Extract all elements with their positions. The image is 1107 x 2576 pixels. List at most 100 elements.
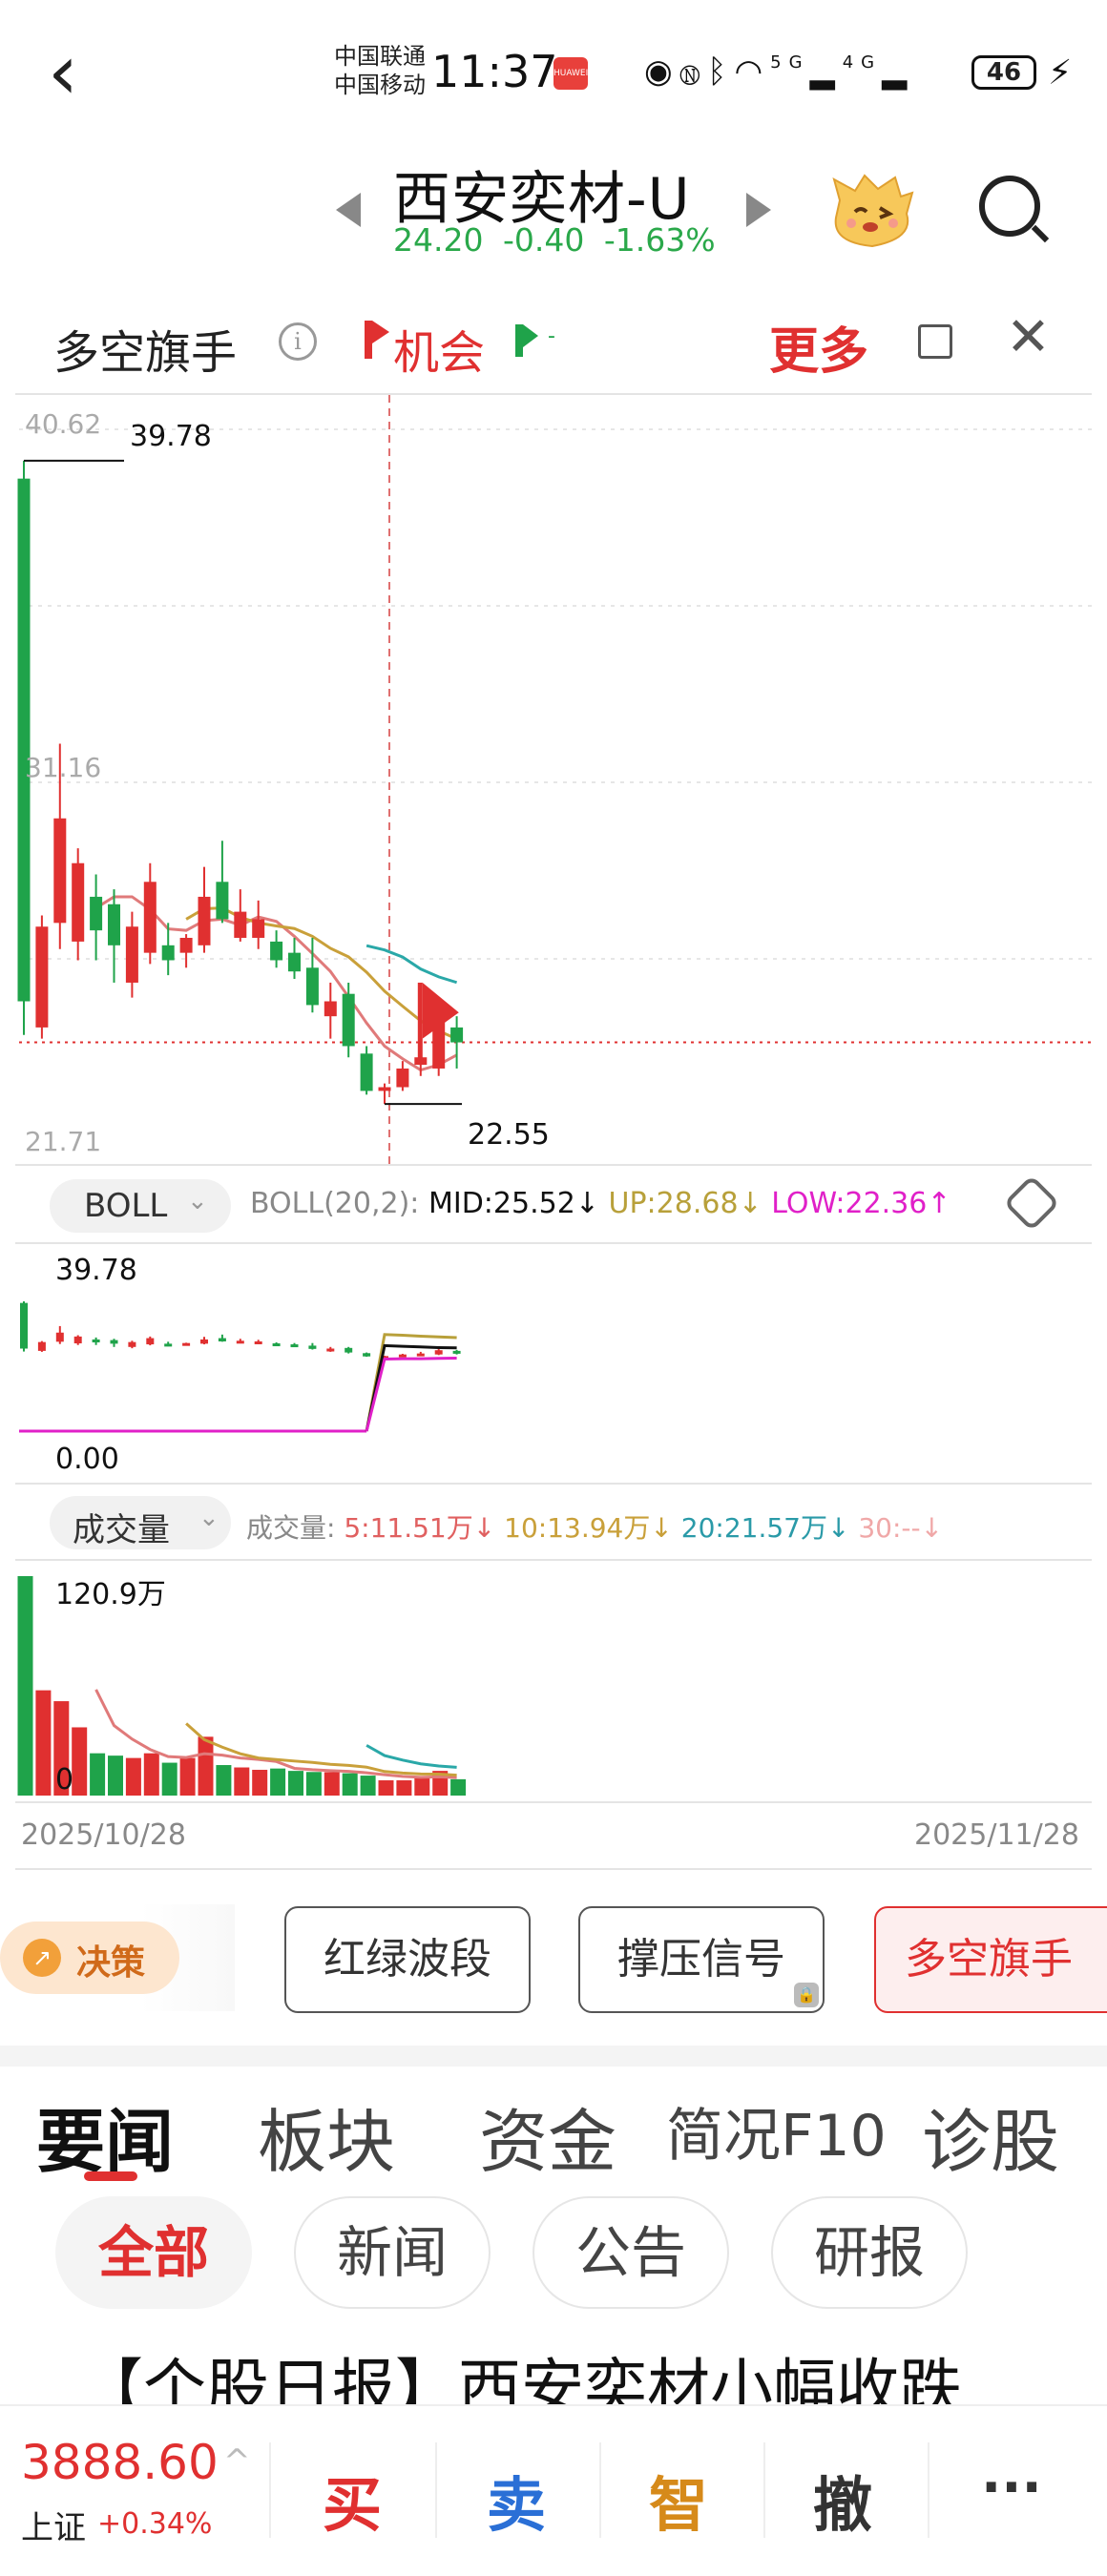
indicator-bull-bear[interactable]: 多空旗手 (874, 1906, 1107, 2013)
price-axis-bottom: 21.71 (25, 1126, 102, 1157)
tab-diagnosis[interactable]: 诊股 (922, 2086, 1059, 2186)
candle-body (450, 1027, 464, 1043)
boll-legend: BOLL(20,2): MID:25.52↓ UP:28.68↓ LOW:22.… (250, 1187, 951, 1220)
filter-research[interactable]: 研报 (771, 2196, 968, 2309)
cancel-order-button[interactable]: 撤 (813, 2457, 872, 2543)
prev-stock-icon[interactable] (336, 193, 361, 227)
search-button[interactable] (979, 176, 1040, 237)
boll-candle-body (55, 1332, 64, 1342)
app-notification-icon: HUAWEI (554, 57, 588, 90)
volume-top-value: 120.9万 (55, 1578, 166, 1611)
divider (15, 1801, 1092, 1803)
price-axis-top: 40.62 (25, 408, 102, 440)
boll-candle-body (200, 1339, 208, 1344)
volume-bar (17, 1576, 33, 1796)
more-button[interactable]: 更多 (769, 311, 868, 383)
filter-announcement[interactable]: 公告 (533, 2196, 729, 2309)
candle-body (198, 896, 211, 945)
sell-button[interactable]: 卖 (487, 2457, 546, 2543)
arrow-down-icon: ↓ (738, 1187, 762, 1220)
candle-body (161, 945, 175, 961)
date-start: 2025/10/28 (21, 1818, 186, 1852)
boll-chart[interactable] (0, 1244, 1107, 1483)
boll-candle-body (20, 1302, 28, 1349)
indicator-red-green[interactable]: 红绿波段 (284, 1906, 531, 2013)
charging-icon: ⚡ (1048, 53, 1073, 93)
candle-body (360, 1053, 373, 1091)
volume-bar (234, 1767, 250, 1796)
volume-bar (35, 1690, 52, 1796)
candle-body (378, 1087, 391, 1091)
divider (435, 2442, 437, 2538)
more-menu-button[interactable]: ··· (981, 2457, 1042, 2519)
boll-candle-body (290, 1344, 299, 1348)
tool-name: 多空旗手 (53, 326, 238, 380)
boll-candle-body (434, 1350, 443, 1355)
candle-body (234, 911, 247, 938)
volume-bar (396, 1780, 412, 1796)
network-5g-icon: 5G (770, 52, 810, 73)
volume-ma20: 20:21.57万 (680, 1512, 827, 1544)
boll-candle-body (398, 1354, 407, 1358)
mascot-icon[interactable] (826, 172, 918, 252)
news-headline[interactable]: 【个股日报】西安奕材小幅收跌 (80, 2351, 1092, 2408)
boll-selector[interactable]: BOLL ⌄ (50, 1179, 231, 1233)
volume-zero: 0 (55, 1763, 74, 1797)
stock-quote: 24.20 -0.40 -1.63% (393, 221, 716, 259)
boll-up: UP:28.68 (608, 1187, 739, 1220)
tab-funds[interactable]: 资金 (479, 2086, 616, 2186)
boll-candle-body (128, 1341, 136, 1347)
stock-price: 24.20 (393, 221, 484, 259)
settings-icon[interactable] (1003, 1174, 1060, 1232)
low-marker: 22.55 (468, 1118, 550, 1152)
volume-bar (342, 1773, 358, 1796)
candle-body (324, 1001, 337, 1017)
volume-bar (450, 1778, 467, 1796)
index-value[interactable]: 3888.60 (21, 2435, 219, 2490)
candle-body (90, 896, 103, 931)
arrow-down-icon: ↓ (574, 1187, 599, 1220)
decision-icon: ↗ (23, 1939, 61, 1977)
smart-button[interactable]: 智 (649, 2457, 708, 2543)
down-flag-tip (523, 324, 538, 347)
candle-body (125, 926, 138, 983)
active-tab-indicator (84, 2171, 137, 2181)
boll-top-value: 39.78 (55, 1254, 137, 1287)
arrow-down-icon: ↓ (472, 1512, 496, 1544)
tab-f10[interactable]: 简况F10 (666, 2089, 887, 2172)
info-icon[interactable]: i (279, 322, 317, 361)
next-stock-icon[interactable] (746, 193, 771, 227)
signal-flag-pole (417, 982, 423, 1066)
boll-candle-body (146, 1338, 155, 1345)
volume-bar (108, 1755, 123, 1796)
volume-chart[interactable] (0, 1561, 1107, 1801)
chance-label[interactable]: 机会 (393, 315, 485, 382)
divider (763, 2442, 765, 2538)
candle-body (305, 967, 319, 1006)
candlestick-chart[interactable] (0, 395, 1107, 1164)
filter-news[interactable]: 新闻 (294, 2196, 491, 2309)
clock: 11:37 (431, 46, 558, 97)
boll-candle-body (272, 1343, 281, 1347)
volume-selector[interactable]: 成交量 ⌄ (50, 1496, 231, 1549)
filter-all[interactable]: 全部 (55, 2196, 252, 2309)
volume-bar (270, 1768, 286, 1796)
chevron-up-icon[interactable]: ^ (223, 2442, 251, 2481)
back-button[interactable]: ‹ (48, 34, 105, 114)
decision-button[interactable]: ↗ 决策 (0, 1922, 179, 1994)
close-icon[interactable]: ✕ (1006, 309, 1051, 366)
down-flag-icon (515, 324, 523, 357)
buy-button[interactable]: 买 (323, 2457, 382, 2543)
signal-icon: ▂ (809, 52, 843, 91)
high-marker: 39.78 (130, 420, 212, 453)
carrier-1: 中国联通 (334, 43, 426, 70)
tab-sector[interactable]: 板块 (258, 2086, 395, 2186)
boll-candle-body (326, 1348, 335, 1352)
volume-ma10: 10:13.94万 (504, 1512, 651, 1544)
boll-low: LOW:22.36 (771, 1187, 928, 1220)
indicator-support-pressure[interactable]: 撑压信号 (578, 1906, 825, 2013)
arrow-up-icon: ↑ (927, 1187, 951, 1220)
volume-bar (143, 1753, 159, 1796)
boll-candle-body (73, 1336, 82, 1344)
external-link-icon[interactable] (918, 324, 952, 359)
